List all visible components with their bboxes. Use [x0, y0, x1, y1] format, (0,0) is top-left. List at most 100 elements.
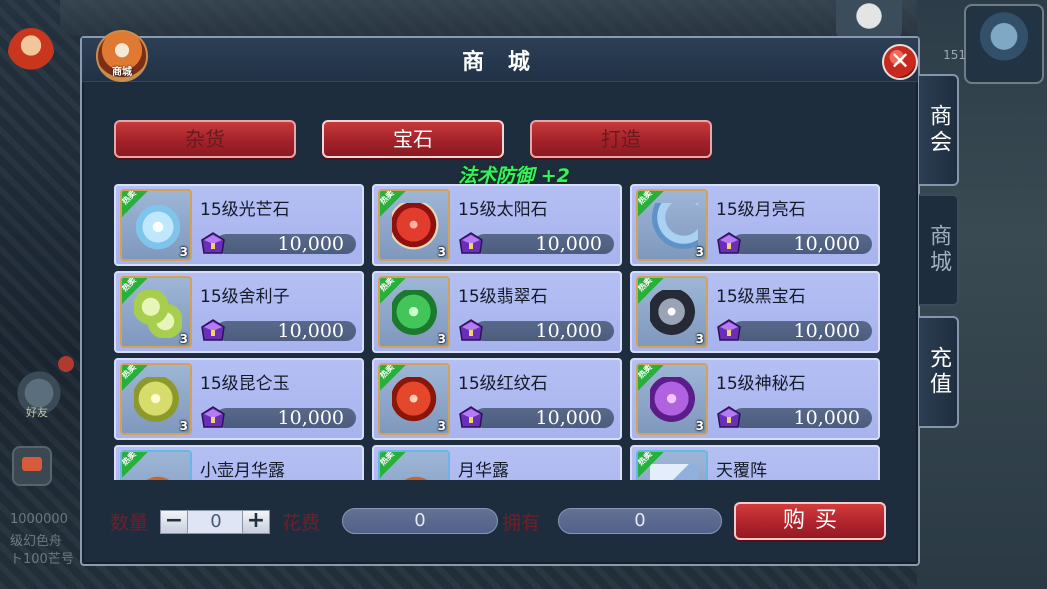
tab-groceries[interactable]: 杂货 — [114, 120, 296, 158]
hot-sale-badge: 热卖 — [120, 363, 150, 393]
item-icon-frame: 热卖 — [378, 450, 450, 480]
item-name: 天覆阵 — [716, 461, 767, 480]
item-icon-frame: 热卖 3 — [378, 189, 450, 261]
hot-sale-label: 热卖 — [378, 450, 396, 468]
item-price: 10,000 — [216, 234, 356, 254]
chat-line: ト100芒号 — [10, 552, 74, 567]
item-stack-count: 3 — [695, 332, 704, 346]
side-tab-guild-shop[interactable]: 商会 — [919, 74, 959, 186]
dialog-header: 商 城 — [82, 38, 918, 82]
item-icon-frame: 热卖 3 — [120, 276, 192, 348]
purple-treasure-chest-icon — [714, 402, 744, 432]
item-name: 15级太阳石 — [458, 200, 548, 220]
item-card[interactable]: 热卖 3 15级舍利子 10,000 — [114, 271, 364, 353]
hot-sale-label: 热卖 — [120, 450, 138, 468]
item-icon-frame: 热卖 3 — [636, 363, 708, 435]
item-name: 15级光芒石 — [200, 200, 290, 220]
hot-sale-label: 热卖 — [378, 189, 396, 207]
hot-sale-label: 热卖 — [120, 276, 138, 294]
item-icon-frame: 热卖 3 — [120, 363, 192, 435]
item-name: 15级红纹石 — [458, 374, 548, 394]
purple-treasure-chest-icon — [456, 402, 486, 432]
quantity-input[interactable]: 0 — [188, 510, 244, 534]
item-card[interactable]: 热卖 3 15级光芒石 10,000 — [114, 184, 364, 266]
hot-sale-badge: 热卖 — [378, 189, 408, 219]
cost-value: 0 — [342, 508, 498, 534]
item-card[interactable]: 热卖月华露 — [372, 445, 622, 480]
buy-button[interactable]: 购买 — [734, 502, 886, 540]
shop-dialog: 商 城 商城 ✕ 杂货 宝石 打造 法术防御 +2 热卖 3 15级光芒石 10,00… — [80, 30, 920, 566]
item-grid[interactable]: 热卖 3 15级光芒石 10,000 热卖 3 15级太阳石 10,000 热卖 3 15级月亮石 1… — [114, 184, 886, 480]
hot-sale-label: 热卖 — [636, 276, 654, 294]
item-card[interactable]: 热卖 3 15级月亮石 10,000 — [630, 184, 880, 266]
shop-logo-label: 商城 — [112, 67, 132, 78]
item-card[interactable]: 热卖 3 15级神秘石 10,000 — [630, 358, 880, 440]
hot-sale-label: 热卖 — [120, 189, 138, 207]
owned-label: 拥有 — [502, 512, 541, 534]
item-price: 10,000 — [732, 234, 872, 254]
item-price: 10,000 — [474, 234, 614, 254]
hot-sale-label: 热卖 — [636, 363, 654, 381]
player-avatar-top[interactable] — [836, 0, 902, 40]
item-name: 15级月亮石 — [716, 200, 806, 220]
dialog-title: 商 城 — [462, 50, 538, 75]
item-stack-count: 3 — [695, 245, 704, 259]
purple-treasure-chest-icon — [714, 315, 744, 345]
hot-sale-label: 热卖 — [636, 450, 654, 468]
hot-sale-badge: 热卖 — [378, 450, 408, 480]
purple-treasure-chest-icon — [198, 315, 228, 345]
tab-forging[interactable]: 打造 — [530, 120, 712, 158]
item-name: 15级黑宝石 — [716, 287, 806, 307]
hot-sale-badge: 热卖 — [636, 276, 666, 306]
cost-label: 花费 — [282, 512, 321, 534]
item-card[interactable]: 热卖 3 15级红纹石 10,000 — [372, 358, 622, 440]
item-price: 10,000 — [732, 321, 872, 341]
item-card[interactable]: 热卖 3 15级昆仑玉 10,000 — [114, 358, 364, 440]
item-icon-frame: 热卖 — [636, 450, 708, 480]
hot-sale-badge: 热卖 — [636, 363, 666, 393]
item-stack-count: 3 — [695, 419, 704, 433]
item-name: 小壶月华露 — [200, 461, 285, 480]
hot-sale-badge: 热卖 — [636, 189, 666, 219]
item-price: 10,000 — [474, 321, 614, 341]
tab-gems[interactable]: 宝石 — [322, 120, 504, 158]
item-price: 10,000 — [474, 408, 614, 428]
side-tab-recharge[interactable]: 充值 — [919, 316, 959, 428]
mascot-icon[interactable] — [8, 28, 54, 78]
item-stack-count: 3 — [179, 245, 188, 259]
shop-logo-icon: 商城 — [96, 30, 148, 82]
item-icon-frame: 热卖 3 — [636, 189, 708, 261]
item-icon-frame: 热卖 3 — [378, 363, 450, 435]
item-name: 月华露 — [458, 461, 509, 480]
quantity-label: 数量 — [110, 512, 149, 534]
side-tab-mall[interactable]: 商城 — [919, 194, 959, 306]
friend-label: 好友 — [26, 406, 48, 419]
item-icon-frame: 热卖 3 — [636, 276, 708, 348]
item-stack-count: 3 — [437, 332, 446, 346]
notification-dot — [58, 356, 74, 372]
item-card[interactable]: 热卖 3 15级太阳石 10,000 — [372, 184, 622, 266]
item-icon-frame: 热卖 3 — [378, 276, 450, 348]
hot-sale-badge: 热卖 — [120, 276, 150, 306]
hot-sale-label: 热卖 — [378, 276, 396, 294]
hot-sale-label: 热卖 — [636, 189, 654, 207]
quantity-plus-button[interactable]: + — [242, 510, 270, 534]
background-top-strip — [60, 0, 920, 36]
chat-line: 级幻色舟 — [10, 534, 63, 549]
item-card[interactable]: 热卖小壶月华露 — [114, 445, 364, 480]
item-stack-count: 3 — [179, 419, 188, 433]
item-card[interactable]: 热卖 3 15级黑宝石 10,000 — [630, 271, 880, 353]
item-name: 15级翡翠石 — [458, 287, 548, 307]
item-icon-frame: 热卖 3 — [120, 189, 192, 261]
item-stack-count: 3 — [437, 245, 446, 259]
item-card[interactable]: 热卖 3 15级翡翠石 10,000 — [372, 271, 622, 353]
chat-line: 1000000 — [10, 512, 68, 527]
purple-treasure-chest-icon — [714, 228, 744, 258]
hot-sale-badge: 热卖 — [378, 276, 408, 306]
character-portrait[interactable] — [964, 4, 1044, 84]
close-button[interactable]: ✕ — [882, 44, 918, 80]
hot-sale-label: 热卖 — [120, 363, 138, 381]
quantity-minus-button[interactable]: − — [160, 510, 188, 534]
chat-icon[interactable] — [12, 446, 52, 486]
item-card[interactable]: 热卖天覆阵 — [630, 445, 880, 480]
